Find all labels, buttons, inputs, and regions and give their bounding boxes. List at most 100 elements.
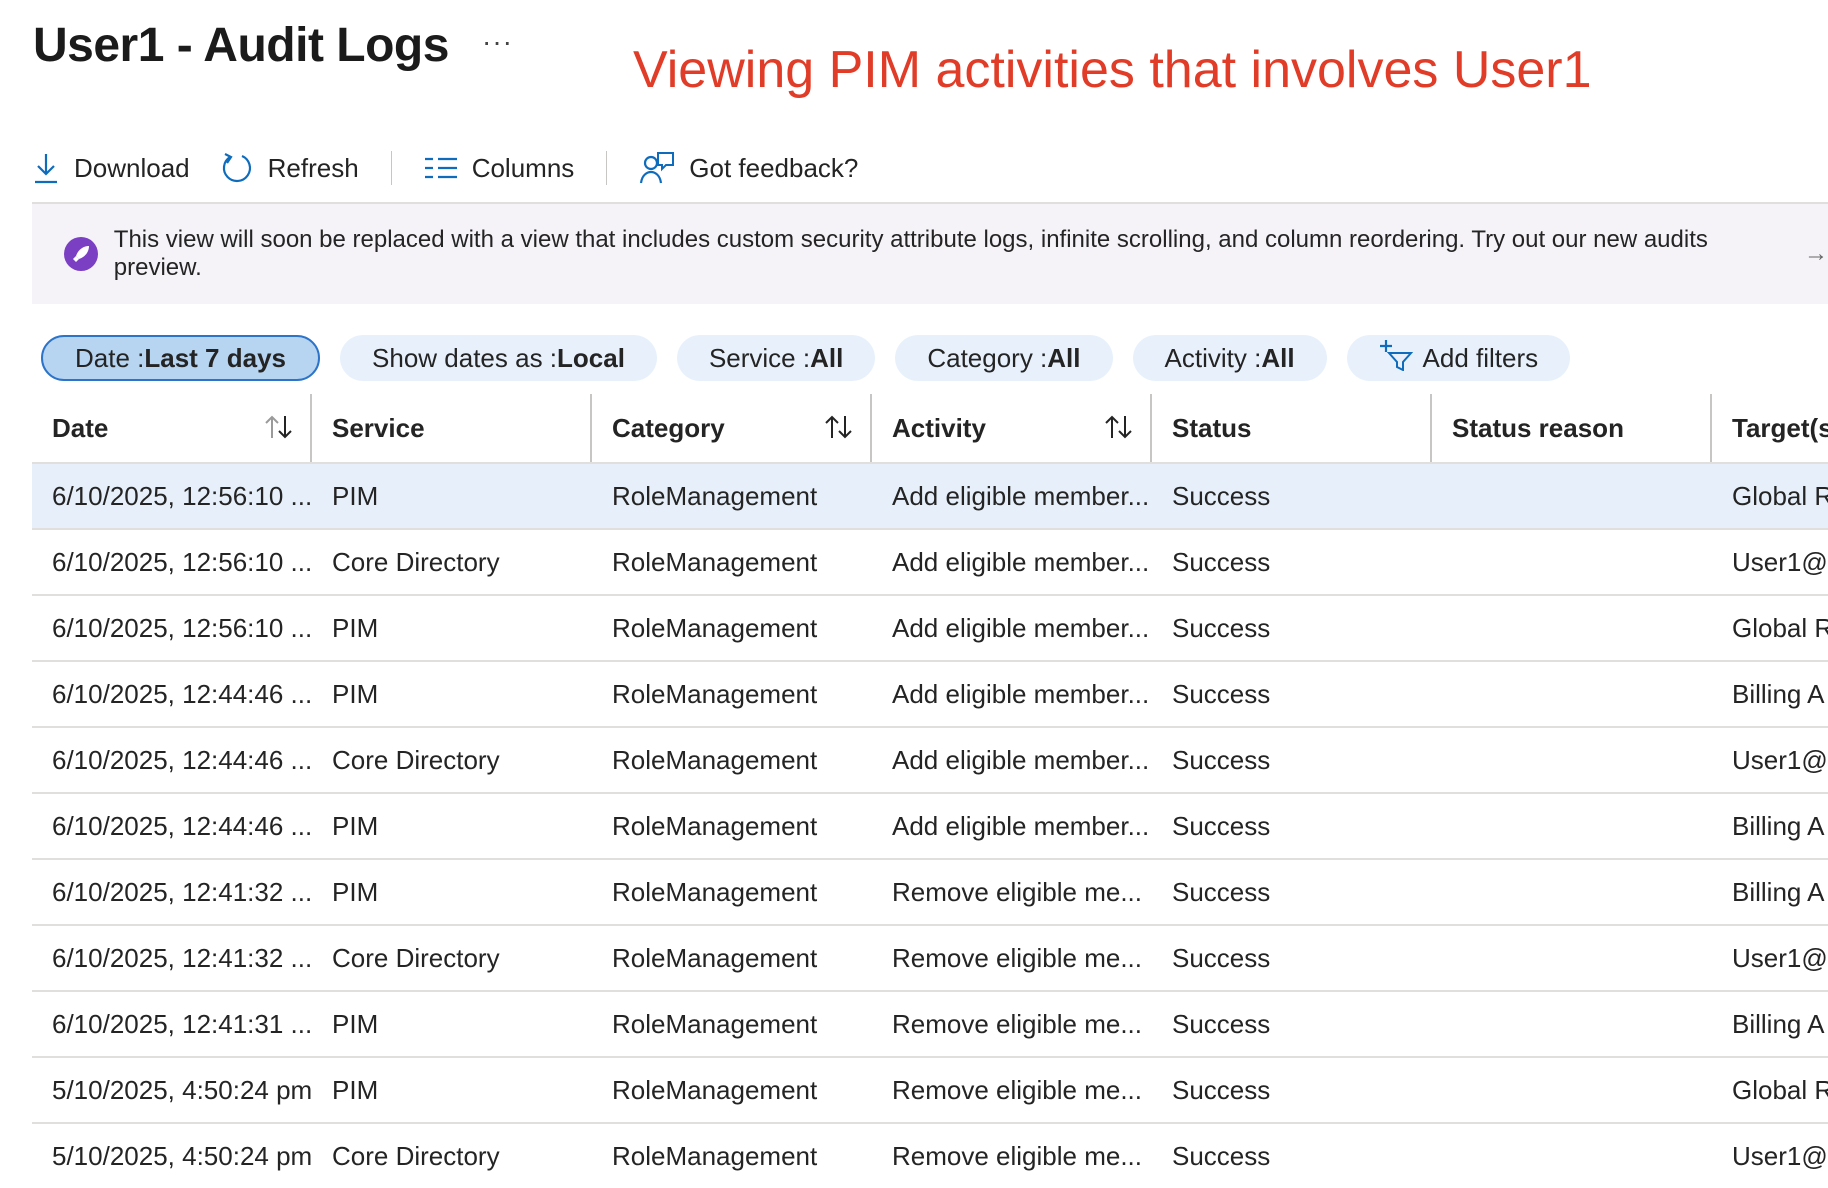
table-row[interactable]: 6/10/2025, 12:41:32 ... PIM RoleManagement… xyxy=(32,858,1828,924)
date-filter-pill[interactable]: Date : Last 7 days xyxy=(41,335,321,381)
feedback-label: Got feedback? xyxy=(689,152,859,183)
columns-button[interactable]: Columns xyxy=(424,152,575,184)
activity-cell: Add eligible member... xyxy=(892,810,1150,841)
show-dates-filter-pill[interactable]: Show dates as : Local xyxy=(340,335,657,381)
sort-icon[interactable] xyxy=(1104,414,1134,447)
column-header-activity[interactable]: Activity xyxy=(872,394,1152,462)
column-header-status-reason[interactable]: Status reason xyxy=(1432,394,1712,462)
target-cell: Billing A xyxy=(1732,1008,1825,1039)
sort-icon[interactable] xyxy=(264,414,294,447)
target-cell: Global R xyxy=(1732,1074,1828,1105)
date-cell: 5/10/2025, 4:50:24 pm xyxy=(52,1074,312,1105)
target-cell: User1@b xyxy=(1732,942,1828,973)
table-row[interactable]: 6/10/2025, 12:41:32 ... Core Directory Rol… xyxy=(32,924,1828,990)
column-header-service[interactable]: Service xyxy=(312,394,592,462)
category-cell: RoleManagement xyxy=(612,942,818,973)
add-filter-icon xyxy=(1379,339,1423,378)
refresh-button[interactable]: Refresh xyxy=(220,151,359,185)
target-cell: User1@b xyxy=(1732,744,1828,775)
table-row[interactable]: 6/10/2025, 12:44:46 ... Core Directory Rol… xyxy=(32,726,1828,792)
activity-cell: Remove eligible me... xyxy=(892,876,1142,907)
activity-cell: Add eligible member... xyxy=(892,480,1150,511)
table-row[interactable]: 6/10/2025, 12:56:10 ... PIM RoleManagement… xyxy=(32,462,1828,528)
service-filter-value: All xyxy=(810,342,844,373)
column-header-label: Status xyxy=(1172,412,1252,443)
category-filter-value: All xyxy=(1047,342,1081,373)
service-cell: PIM xyxy=(332,1008,379,1039)
target-cell: Billing A xyxy=(1732,810,1825,841)
date-cell: 6/10/2025, 12:56:10 ... xyxy=(52,480,312,511)
sort-icon[interactable] xyxy=(824,414,854,447)
category-cell: RoleManagement xyxy=(612,1008,818,1039)
preview-banner: This view will soon be replaced with a v… xyxy=(32,204,1828,304)
activity-cell: Add eligible member... xyxy=(892,744,1150,775)
service-cell: PIM xyxy=(332,1074,379,1105)
date-cell: 6/10/2025, 12:41:32 ... xyxy=(52,942,312,973)
refresh-label: Refresh xyxy=(267,152,359,183)
column-header-status[interactable]: Status xyxy=(1152,394,1432,462)
column-header-label: Status reason xyxy=(1452,412,1624,443)
target-cell: Billing A xyxy=(1732,678,1825,709)
add-filters-label: Add filters xyxy=(1422,342,1539,373)
target-cell: User1@b xyxy=(1732,546,1828,577)
service-cell: PIM xyxy=(332,678,379,709)
column-header-label: Category xyxy=(612,412,725,443)
table-row[interactable]: 5/10/2025, 4:50:24 pm PIM RoleManagement Re… xyxy=(32,1056,1828,1122)
date-cell: 6/10/2025, 12:44:46 ... xyxy=(52,744,312,775)
category-cell: RoleManagement xyxy=(612,876,818,907)
date-cell: 6/10/2025, 12:44:46 ... xyxy=(52,678,312,709)
service-cell: Core Directory xyxy=(332,546,500,577)
add-filters-button[interactable]: Add filters xyxy=(1346,335,1571,381)
date-filter-value: Last 7 days xyxy=(144,342,287,373)
status-cell: Success xyxy=(1172,876,1271,907)
date-cell: 6/10/2025, 12:41:32 ... xyxy=(52,876,312,907)
service-filter-pill[interactable]: Service : All xyxy=(676,335,876,381)
service-cell: PIM xyxy=(332,810,379,841)
columns-label: Columns xyxy=(471,152,575,183)
category-cell: RoleManagement xyxy=(612,678,818,709)
table-row[interactable]: 6/10/2025, 12:44:46 ... PIM RoleManagement… xyxy=(32,660,1828,726)
table-row[interactable]: 6/10/2025, 12:44:46 ... PIM RoleManagement… xyxy=(32,792,1828,858)
banner-arrow[interactable]: → xyxy=(1804,240,1828,268)
status-cell: Success xyxy=(1172,1074,1271,1105)
status-cell: Success xyxy=(1172,1008,1271,1039)
table-row[interactable]: 5/10/2025, 4:50:24 pm Core Directory RoleM… xyxy=(32,1122,1828,1188)
column-header-label: Service xyxy=(332,412,425,443)
category-cell: RoleManagement xyxy=(612,480,818,511)
toolbar-separator xyxy=(390,151,392,185)
activity-cell: Remove eligible me... xyxy=(892,1074,1142,1105)
service-cell: PIM xyxy=(332,480,379,511)
date-cell: 6/10/2025, 12:56:10 ... xyxy=(52,546,312,577)
feedback-button[interactable]: Got feedback? xyxy=(639,151,858,185)
table-row[interactable]: 6/10/2025, 12:41:31 ... PIM RoleManagement… xyxy=(32,990,1828,1056)
column-header-date[interactable]: Date xyxy=(32,394,312,462)
service-cell: Core Directory xyxy=(332,1140,500,1171)
toolbar-separator xyxy=(606,151,608,185)
column-header-targets[interactable]: Target(s xyxy=(1712,394,1828,462)
activity-cell: Add eligible member... xyxy=(892,678,1150,709)
status-cell: Success xyxy=(1172,546,1271,577)
date-filter-key: Date : xyxy=(75,342,145,373)
page-title: User1 - Audit Logs xyxy=(33,19,449,72)
filter-bar: Date : Last 7 days Show dates as : Local… xyxy=(41,334,1571,382)
column-header-category[interactable]: Category xyxy=(592,394,872,462)
service-cell: PIM xyxy=(332,876,379,907)
download-button[interactable]: Download xyxy=(32,152,190,184)
activity-cell: Add eligible member... xyxy=(892,612,1150,643)
activity-filter-pill[interactable]: Activity : All xyxy=(1132,335,1327,381)
activity-cell: Remove eligible me... xyxy=(892,1008,1142,1039)
service-cell: Core Directory xyxy=(332,942,500,973)
status-cell: Success xyxy=(1172,810,1271,841)
category-cell: RoleManagement xyxy=(612,546,818,577)
category-filter-pill[interactable]: Category : All xyxy=(895,335,1113,381)
refresh-icon xyxy=(220,151,254,185)
table-header: Date Service Category Activity Status St… xyxy=(32,394,1828,462)
more-options-button[interactable]: ··· xyxy=(482,26,513,58)
rocket-icon xyxy=(64,237,98,271)
status-cell: Success xyxy=(1172,480,1271,511)
table-row[interactable]: 6/10/2025, 12:56:10 ... PIM RoleManagement… xyxy=(32,594,1828,660)
table-row[interactable]: 6/10/2025, 12:56:10 ... Core Directory Rol… xyxy=(32,528,1828,594)
status-cell: Success xyxy=(1172,1140,1271,1171)
category-cell: RoleManagement xyxy=(612,744,818,775)
category-cell: RoleManagement xyxy=(612,810,818,841)
